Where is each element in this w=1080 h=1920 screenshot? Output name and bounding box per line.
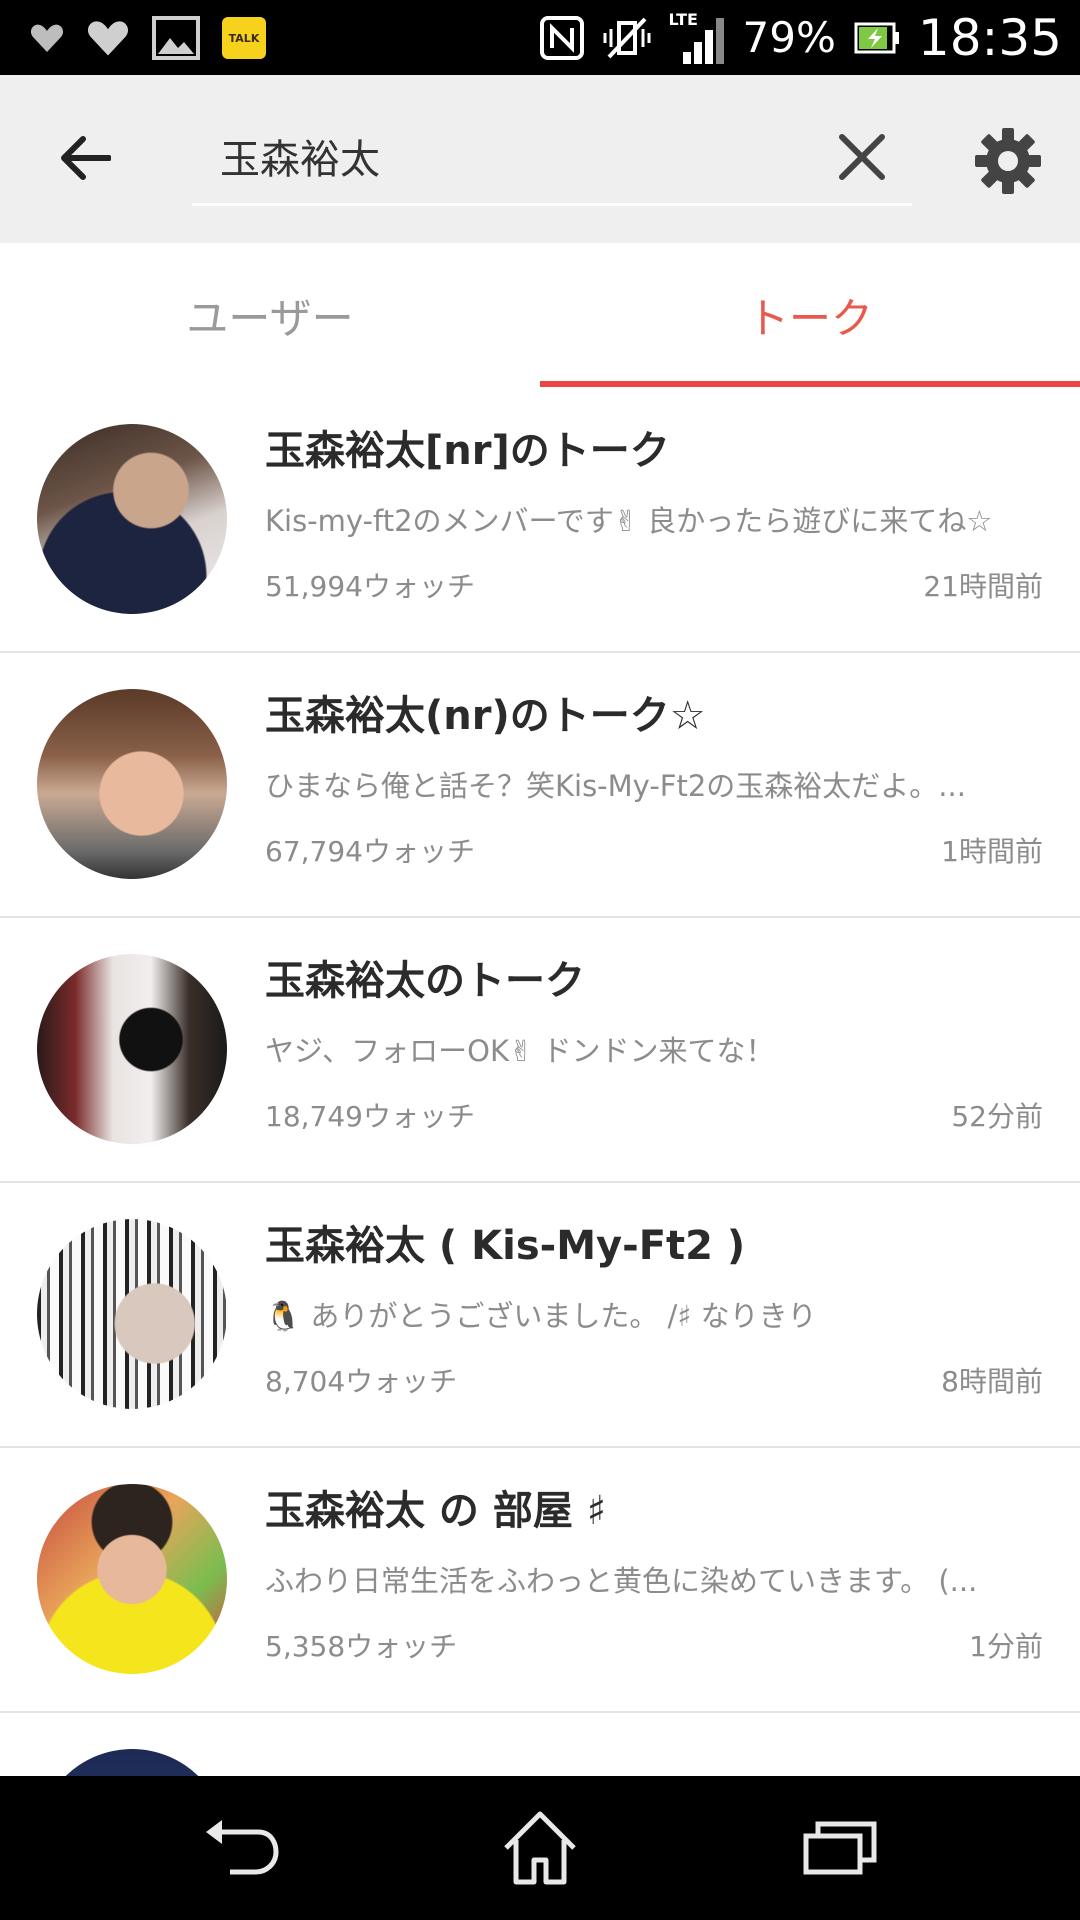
settings-button[interactable] <box>970 123 1046 199</box>
clear-search-button[interactable] <box>832 127 892 187</box>
talk-description: 🐧 ありがとうございました。 /♯ なりきり <box>265 1299 817 1333</box>
talk-list: 玉森裕太[nr]のトーク Kis-my-ft2のメンバーです✌ 良かったら遊びに… <box>0 388 1080 1776</box>
updated-time: 21時間前 <box>923 570 1043 603</box>
updated-time: 1分前 <box>969 1630 1043 1663</box>
list-item[interactable]: 玉森裕太[nr]のトーク Kis-my-ft2のメンバーです✌ 良かったら遊びに… <box>0 388 1080 653</box>
battery-percent: 79% <box>742 13 836 62</box>
watch-count: 18,749ウォッチ <box>265 1100 475 1133</box>
search-field <box>192 113 912 206</box>
talk-title: 玉森裕太 ( Kis-My-Ft2 ) <box>265 1223 746 1269</box>
back-icon <box>206 1820 279 1875</box>
status-bar: TALK LTE 79% 18:35 <box>0 0 1080 75</box>
watch-count: 51,994ウォッチ <box>265 570 475 603</box>
list-item[interactable] <box>0 1713 1080 1776</box>
talk-description: ヤジ、フォローOK✌ ドンドン来てな！ <box>265 1034 775 1068</box>
watch-count: 8,704ウォッチ <box>265 1365 458 1398</box>
heart-icon <box>30 24 64 52</box>
navigation-bar <box>0 1776 1080 1920</box>
avatar <box>37 954 227 1144</box>
watch-count: 5,358ウォッチ <box>265 1630 458 1663</box>
talk-description: ふわり日常生活をふわっと黄色に染めていきます。 (... <box>265 1564 978 1598</box>
signal-icon: LTE <box>669 10 725 66</box>
tab-bar: ユーザー トーク <box>0 243 1080 388</box>
talk-description: ひまなら俺と話そ？笑Kis-My-Ft2の玉森裕太だよ。... <box>265 769 966 803</box>
vibrate-icon <box>603 17 651 58</box>
home-icon <box>504 1811 576 1885</box>
talk-title: 玉森裕太 の 部屋 ♯ <box>265 1488 607 1534</box>
talk-title: 玉森裕太のトーク <box>265 958 585 1004</box>
nav-home-button[interactable] <box>490 1798 590 1898</box>
tab-users[interactable]: ユーザー <box>0 243 540 388</box>
recent-apps-icon <box>803 1821 877 1875</box>
clock: 18:35 <box>917 8 1062 67</box>
back-button[interactable] <box>50 123 120 193</box>
talk-title: 玉森裕太[nr]のトーク <box>265 428 670 474</box>
gear-icon <box>975 128 1041 194</box>
watch-count: 67,794ウォッチ <box>265 835 475 868</box>
tab-talks[interactable]: トーク <box>540 243 1080 388</box>
close-icon <box>839 134 885 180</box>
notification-icons: TALK <box>30 12 266 64</box>
talk-icon: TALK <box>222 17 266 59</box>
battery-icon <box>854 22 899 53</box>
heart-icon <box>87 21 129 56</box>
nfc-icon <box>539 15 584 60</box>
image-icon <box>152 16 200 60</box>
updated-time: 8時間前 <box>941 1365 1043 1398</box>
search-header <box>0 75 1080 243</box>
updated-time: 1時間前 <box>941 835 1043 868</box>
list-item[interactable]: 玉森裕太(nr)のトーク☆ ひまなら俺と話そ？笑Kis-My-Ft2の玉森裕太だ… <box>0 653 1080 918</box>
avatar <box>37 1219 227 1409</box>
nav-recent-apps-button[interactable] <box>790 1798 890 1898</box>
talk-description: Kis-my-ft2のメンバーです✌ 良かったら遊びに来てね☆ <box>265 504 993 538</box>
system-status: LTE 79% 18:35 <box>539 0 1062 75</box>
avatar <box>37 689 227 879</box>
list-item[interactable]: 玉森裕太 ( Kis-My-Ft2 ) 🐧 ありがとうございました。 /♯ なり… <box>0 1183 1080 1448</box>
back-arrow-icon <box>61 136 111 180</box>
avatar <box>37 1749 227 1776</box>
nav-back-button[interactable] <box>190 1798 290 1898</box>
avatar <box>37 1484 227 1674</box>
active-tab-indicator <box>540 381 1080 387</box>
list-item[interactable]: 玉森裕太 の 部屋 ♯ ふわり日常生活をふわっと黄色に染めていきます。 (...… <box>0 1448 1080 1713</box>
updated-time: 52分前 <box>951 1100 1043 1133</box>
talk-title: 玉森裕太(nr)のトーク☆ <box>265 693 706 739</box>
search-input[interactable] <box>220 113 780 199</box>
list-item[interactable]: 玉森裕太のトーク ヤジ、フォローOK✌ ドンドン来てな！ 18,749ウォッチ … <box>0 918 1080 1183</box>
avatar <box>37 424 227 614</box>
